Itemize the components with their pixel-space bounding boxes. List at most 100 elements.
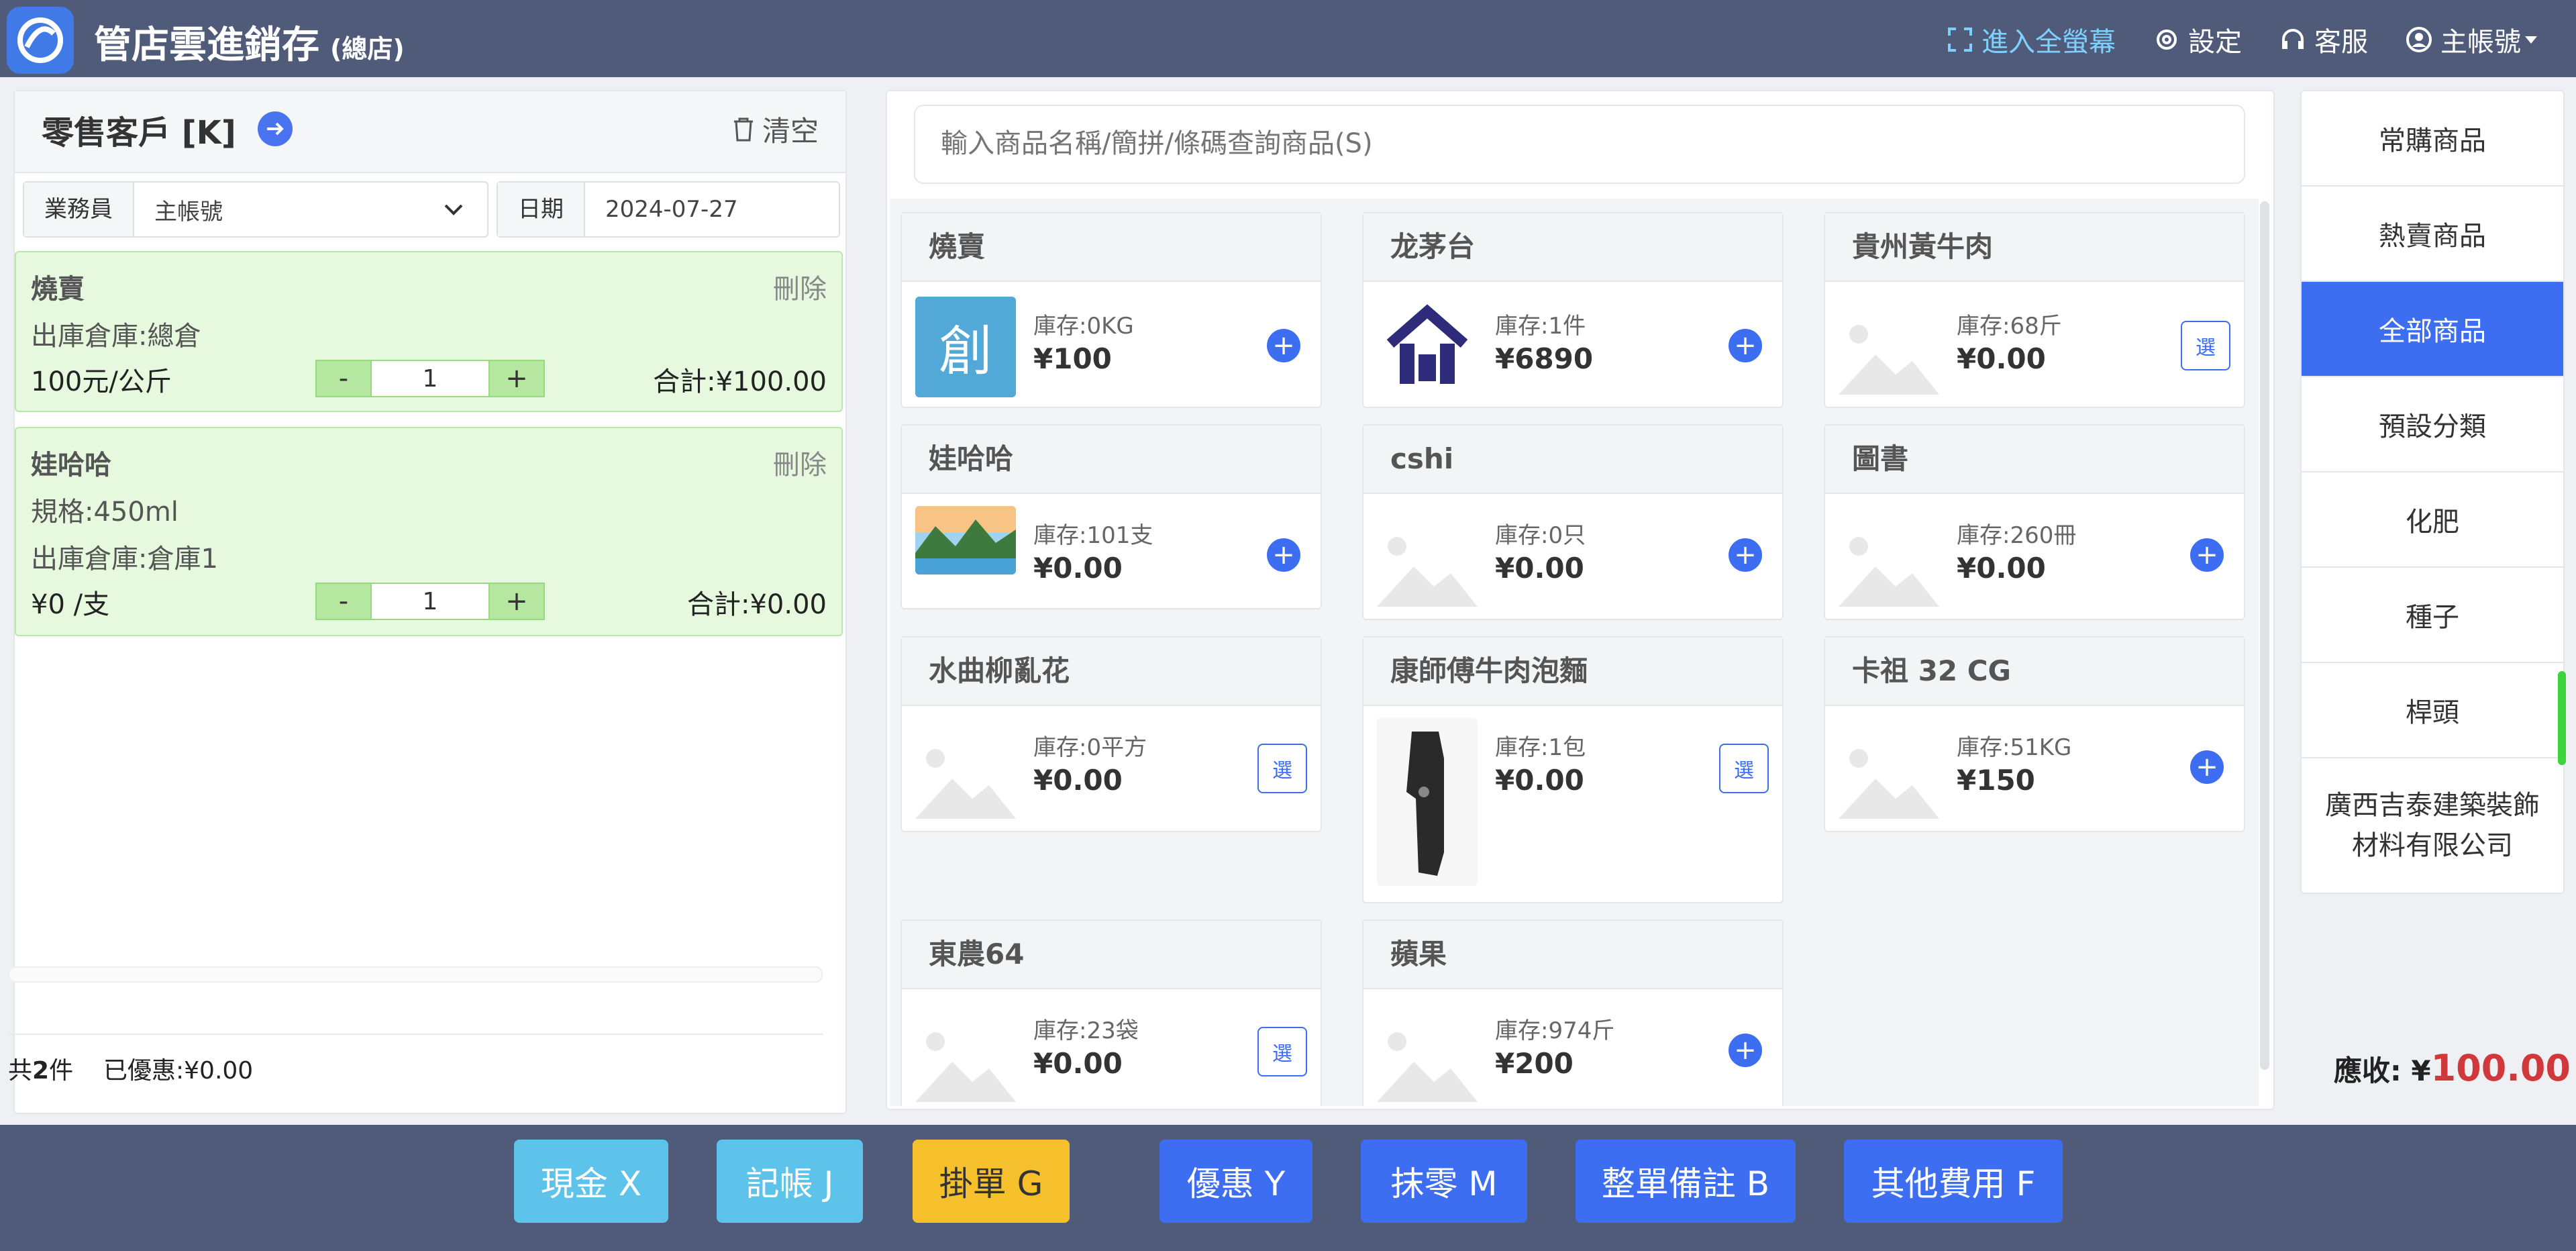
product-card[interactable]: 龙茅台 庫存:1件 ¥6890 +	[1362, 212, 1784, 408]
logo-icon	[17, 17, 63, 63]
round-off-button[interactable]: 抹零 M	[1361, 1140, 1527, 1223]
due-label: 應收:	[2333, 1054, 2402, 1087]
delete-button[interactable]: 刪除	[773, 443, 827, 482]
delete-button[interactable]: 刪除	[773, 267, 827, 306]
support-button[interactable]: 客服	[2279, 20, 2368, 59]
salesman-select[interactable]: 業務員 主帳號	[23, 181, 488, 238]
product-card[interactable]: 水曲柳亂花 庫存:0平方 ¥0.00 選	[900, 636, 1322, 832]
user-icon	[2406, 27, 2432, 52]
cash-button[interactable]: 現金 X	[514, 1140, 668, 1223]
product-price: ¥6890	[1495, 342, 1594, 375]
fullscreen-label: 進入全螢幕	[1981, 27, 2116, 58]
cart-item-name: 燒賣	[31, 274, 85, 305]
product-card[interactable]: 貴州黃牛肉 庫存:68斤 ¥0.00 選	[1824, 212, 2245, 408]
product-name: 燒賣	[902, 213, 1321, 282]
trash-icon	[733, 117, 753, 141]
add-to-cart-button[interactable]: +	[1267, 538, 1300, 572]
customer-title[interactable]: 零售客戶 [K]	[42, 106, 236, 153]
account-label: 主帳號	[2440, 27, 2521, 58]
quantity-stepper: - 1 +	[315, 360, 545, 397]
category-scrollbar[interactable]	[2558, 671, 2566, 765]
add-to-cart-button[interactable]: +	[1729, 329, 1762, 362]
product-card[interactable]: 蘋果 庫存:974斤 ¥200 +	[1362, 919, 1784, 1106]
top-nav: 進入全螢幕 設定 客服 主帳號	[1909, 20, 2549, 59]
category-sidebar: 常購商品 熱賣商品 全部商品 預設分類 化肥 種子 桿頭 廣西吉泰建築裝飾材料有…	[2300, 90, 2565, 894]
select-variant-button[interactable]: 選	[2181, 321, 2230, 370]
product-scrollbar[interactable]	[2260, 201, 2269, 1070]
quantity-input[interactable]: 1	[372, 583, 488, 620]
cart-item-unit-price: ¥0 /支	[31, 589, 110, 620]
chevron-down-icon	[444, 204, 463, 215]
date-field[interactable]: 日期 2024-07-27	[497, 181, 840, 238]
gear-icon	[2157, 30, 2177, 50]
customer-select-icon[interactable]	[258, 111, 293, 146]
category-item[interactable]: 桿頭	[2302, 663, 2563, 758]
clear-label: 清空	[762, 115, 819, 148]
product-card[interactable]: 圖書 庫存:260冊 ¥0.00 +	[1824, 424, 2245, 620]
settings-button[interactable]: 設定	[2153, 20, 2242, 59]
add-to-cart-button[interactable]: +	[2190, 750, 2224, 784]
decrement-button[interactable]: -	[315, 360, 372, 397]
category-item[interactable]: 種子	[2302, 568, 2563, 663]
product-search[interactable]	[914, 105, 2245, 184]
product-stock: 庫存:0只	[1495, 522, 1586, 549]
category-item[interactable]: 熱賣商品	[2302, 187, 2563, 282]
due-currency: ¥	[2411, 1054, 2431, 1087]
product-name: 東農64	[902, 921, 1321, 989]
product-name: 圖書	[1825, 426, 2244, 494]
increment-button[interactable]: +	[488, 583, 545, 620]
order-note-button[interactable]: 整單備註 B	[1576, 1140, 1796, 1223]
cart-item-total: 合計:¥100.00	[653, 366, 827, 397]
hold-order-button[interactable]: 掛單 G	[913, 1140, 1070, 1223]
decrement-button[interactable]: -	[315, 583, 372, 620]
product-card[interactable]: 東農64 庫存:23袋 ¥0.00 選	[900, 919, 1322, 1106]
increment-button[interactable]: +	[488, 360, 545, 397]
category-item[interactable]: 化肥	[2302, 472, 2563, 568]
product-card[interactable]: cshi 庫存:0只 ¥0.00 +	[1362, 424, 1784, 620]
product-card[interactable]: 康師傅牛肉泡麵 庫存:1包 ¥0.00 選	[1362, 636, 1784, 903]
image-placeholder-icon	[915, 1032, 1016, 1102]
product-stock: 庫存:0平方	[1033, 734, 1147, 761]
quantity-input[interactable]: 1	[372, 360, 488, 397]
category-item[interactable]: 預設分類	[2302, 377, 2563, 472]
product-price: ¥0.00	[1495, 552, 1584, 585]
other-fees-button[interactable]: 其他費用 F	[1844, 1140, 2063, 1223]
expand-icon	[1948, 28, 1972, 52]
clear-button[interactable]: 清空	[731, 109, 819, 150]
date-value: 2024-07-27	[605, 196, 738, 223]
category-item[interactable]: 廣西吉泰建築裝飾材料有限公司	[2302, 758, 2563, 893]
add-to-cart-button[interactable]: +	[1267, 329, 1300, 362]
credit-button[interactable]: 記帳 J	[717, 1140, 863, 1223]
search-input[interactable]	[939, 106, 2217, 181]
category-item[interactable]: 常購商品	[2302, 91, 2563, 187]
image-placeholder-icon	[1377, 1032, 1478, 1102]
add-to-cart-button[interactable]: +	[2190, 538, 2224, 572]
customer-header: 零售客戶 [K] 清空	[15, 91, 845, 173]
select-variant-button[interactable]: 選	[1257, 744, 1307, 793]
add-to-cart-button[interactable]: +	[1729, 538, 1762, 572]
cart-item-unit-price: 100元/公斤	[31, 366, 172, 397]
product-card[interactable]: 燒賣 創 庫存:0KG ¥100 +	[900, 212, 1322, 408]
product-price: ¥0.00	[1033, 552, 1123, 585]
select-variant-button[interactable]: 選	[1257, 1027, 1307, 1077]
product-image: 創	[915, 297, 1016, 397]
product-name: 卡祖 32 CG	[1825, 638, 2244, 706]
category-item-active[interactable]: 全部商品	[2302, 282, 2563, 377]
fullscreen-button[interactable]: 進入全螢幕	[1947, 20, 2116, 59]
discount-button[interactable]: 優惠 Y	[1160, 1140, 1312, 1223]
product-name: 龙茅台	[1363, 213, 1782, 282]
cart-item-name: 娃哈哈	[31, 450, 111, 481]
cart-scrollbar[interactable]	[8, 966, 823, 983]
add-to-cart-button[interactable]: +	[1729, 1034, 1762, 1067]
product-card[interactable]: 娃哈哈 庫存:101支 ¥0.00 +	[900, 424, 1322, 609]
product-name: 蘋果	[1363, 921, 1782, 989]
cart-item-warehouse: 出庫倉庫:倉庫1	[31, 544, 218, 574]
product-price: ¥0.00	[1495, 764, 1584, 797]
product-price: ¥200	[1495, 1047, 1574, 1080]
product-price: ¥0.00	[1957, 342, 2046, 375]
cart-item: 燒賣 刪除 出庫倉庫:總倉 100元/公斤 - 1 + 合計:¥100.00	[15, 251, 843, 412]
select-variant-button[interactable]: 選	[1719, 744, 1769, 793]
product-price: ¥100	[1033, 342, 1112, 375]
product-card[interactable]: 卡祖 32 CG 庫存:51KG ¥150 +	[1824, 636, 2245, 832]
account-menu[interactable]: 主帳號	[2406, 20, 2549, 59]
